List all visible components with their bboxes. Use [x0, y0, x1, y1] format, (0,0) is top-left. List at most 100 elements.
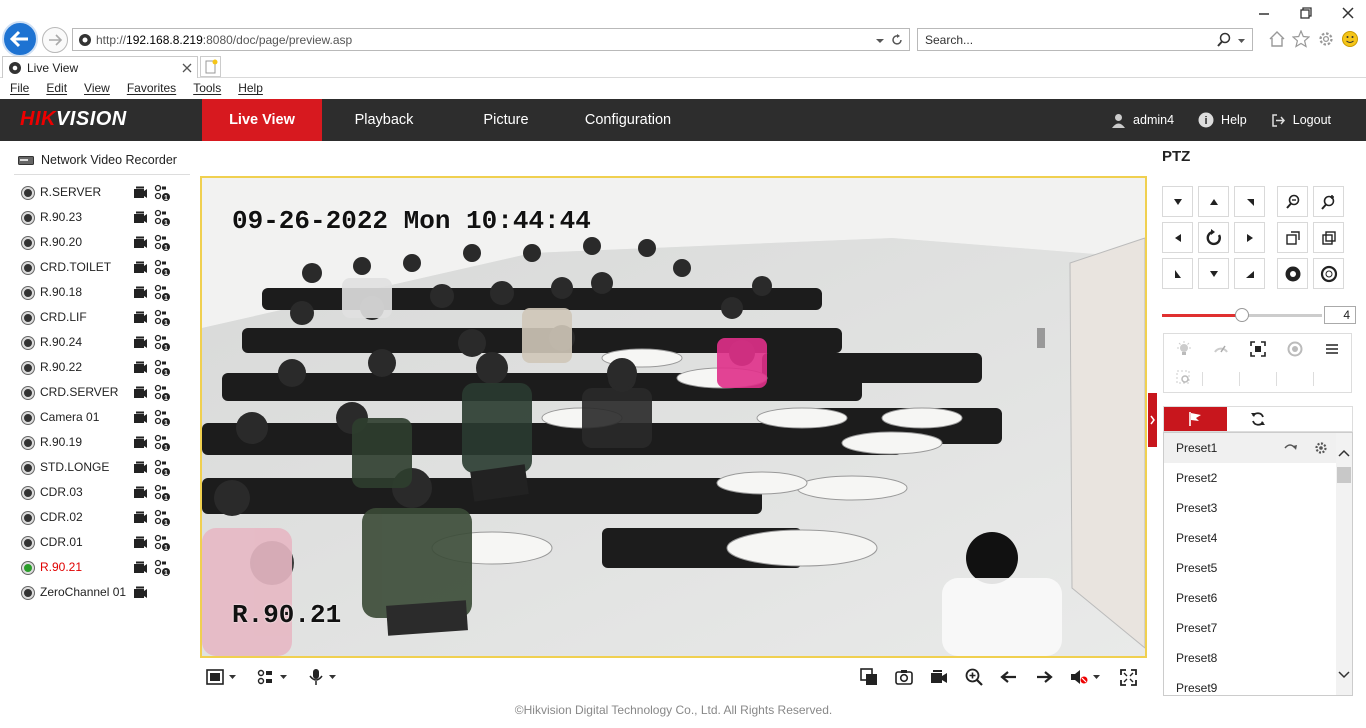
- stream-type-icon[interactable]: 1: [154, 284, 171, 302]
- stream-type-icon[interactable]: 1: [154, 409, 171, 427]
- scrollbar-thumb[interactable]: [1337, 467, 1351, 483]
- channel-item[interactable]: CDR.03 1: [20, 481, 192, 506]
- preset-item[interactable]: Preset1: [1164, 433, 1352, 463]
- call-preset-icon[interactable]: [1284, 442, 1298, 454]
- stream-type-icon[interactable]: 1: [154, 184, 171, 202]
- menu-favorites[interactable]: Favorites: [127, 79, 176, 99]
- preset-item[interactable]: Preset2: [1164, 463, 1352, 493]
- user-menu[interactable]: admin4: [1111, 113, 1174, 128]
- auxiliary-focus-button[interactable]: [1239, 335, 1276, 363]
- iris-close-button[interactable]: [1313, 258, 1344, 289]
- audio-button[interactable]: [1070, 667, 1101, 687]
- preset-item[interactable]: Preset7: [1164, 613, 1352, 643]
- menu-view[interactable]: View: [84, 79, 110, 99]
- new-tab-button[interactable]: [200, 56, 221, 77]
- tab-playback[interactable]: Playback: [324, 99, 444, 141]
- ptz-speed-slider[interactable]: 4: [1162, 306, 1356, 326]
- speed-slider-handle[interactable]: [1235, 308, 1249, 322]
- scroll-up-icon[interactable]: [1336, 447, 1352, 461]
- capture-button[interactable]: [895, 667, 913, 687]
- settings-gear-icon[interactable]: [1317, 30, 1335, 48]
- preset-item[interactable]: Preset6: [1164, 583, 1352, 613]
- ptz-up-button[interactable]: [1198, 186, 1229, 217]
- record-icon[interactable]: [133, 336, 148, 349]
- record-icon[interactable]: [133, 586, 148, 599]
- stream-type-icon[interactable]: 1: [154, 534, 171, 552]
- ptz-auto-rotate-button[interactable]: [1198, 222, 1229, 253]
- ptz-down-right-button[interactable]: [1234, 258, 1265, 289]
- collapse-ptz-panel-handle[interactable]: [1148, 393, 1157, 447]
- record-icon[interactable]: [133, 186, 148, 199]
- record-icon[interactable]: [133, 411, 148, 424]
- tab-picture[interactable]: Picture: [446, 99, 566, 141]
- device-tree-root[interactable]: Network Video Recorder: [18, 153, 177, 167]
- channel-item[interactable]: R.SERVER 1: [20, 181, 192, 206]
- next-page-button[interactable]: [1035, 667, 1053, 687]
- preset-item[interactable]: Preset4: [1164, 523, 1352, 553]
- stream-type-icon[interactable]: 1: [154, 259, 171, 277]
- channel-item[interactable]: R.90.22 1: [20, 356, 192, 381]
- tab-patrol[interactable]: [1227, 407, 1290, 431]
- zoom-out-button[interactable]: [1277, 186, 1308, 217]
- stream-type-icon[interactable]: 1: [154, 559, 171, 577]
- channel-item[interactable]: ZeroChannel 01: [20, 581, 192, 606]
- focus-far-button[interactable]: [1313, 222, 1344, 253]
- zoom-in-button[interactable]: [1313, 186, 1344, 217]
- preset-item[interactable]: Preset9: [1164, 673, 1352, 695]
- stream-type-icon[interactable]: 1: [154, 359, 171, 377]
- forward-button[interactable]: [42, 27, 68, 53]
- record-icon[interactable]: [133, 261, 148, 274]
- stream-type-icon[interactable]: 1: [154, 334, 171, 352]
- tab-configuration[interactable]: Configuration: [568, 99, 688, 141]
- lens-initialization-button[interactable]: [1276, 335, 1313, 363]
- menu-help[interactable]: Help: [238, 79, 263, 99]
- record-icon[interactable]: [133, 236, 148, 249]
- record-icon[interactable]: [133, 311, 148, 324]
- light-button[interactable]: [1165, 335, 1202, 363]
- ptz-left-button[interactable]: [1162, 222, 1193, 253]
- stream-type-icon[interactable]: 1: [154, 484, 171, 502]
- channel-item[interactable]: CRD.SERVER 1: [20, 381, 192, 406]
- restore-icon[interactable]: [1300, 4, 1312, 24]
- channel-item[interactable]: CRD.TOILET 1: [20, 256, 192, 281]
- fullscreen-button[interactable]: [1120, 667, 1137, 687]
- preset-item[interactable]: Preset8: [1164, 643, 1352, 673]
- channel-item[interactable]: R.90.19 1: [20, 431, 192, 456]
- ptz-menu-button[interactable]: [1313, 335, 1350, 363]
- gear-icon[interactable]: [1314, 441, 1328, 455]
- back-button[interactable]: [2, 21, 38, 57]
- stream-type-icon[interactable]: 1: [154, 384, 171, 402]
- tab-presets[interactable]: [1164, 407, 1227, 431]
- stream-type-button[interactable]: [257, 667, 288, 687]
- tab-close-icon[interactable]: [182, 63, 192, 73]
- digital-zoom-button[interactable]: [965, 667, 983, 687]
- home-icon[interactable]: [1268, 30, 1286, 48]
- close-window-icon[interactable]: [1342, 4, 1354, 24]
- channel-item[interactable]: CDR.01 1: [20, 531, 192, 556]
- record-icon[interactable]: [133, 561, 148, 574]
- dropdown-icon[interactable]: [875, 36, 885, 46]
- channel-item[interactable]: R.90.21 1: [20, 556, 192, 581]
- ptz-down-left-button[interactable]: [1162, 258, 1193, 289]
- search-input[interactable]: Search...: [917, 28, 1253, 51]
- help-link[interactable]: i Help: [1198, 112, 1247, 128]
- channel-item[interactable]: R.90.24 1: [20, 331, 192, 356]
- channel-item[interactable]: STD.LONGE 1: [20, 456, 192, 481]
- stream-type-icon[interactable]: 1: [154, 309, 171, 327]
- stream-type-icon[interactable]: 1: [154, 234, 171, 252]
- record-icon[interactable]: [133, 211, 148, 224]
- scroll-down-icon[interactable]: [1336, 667, 1352, 681]
- menu-file[interactable]: File: [10, 79, 29, 99]
- channel-item[interactable]: R.90.18 1: [20, 281, 192, 306]
- preset-scrollbar[interactable]: [1336, 433, 1352, 695]
- manual-tracking-button[interactable]: [1165, 364, 1202, 392]
- menu-edit[interactable]: Edit: [46, 79, 67, 99]
- search-dropdown-icon[interactable]: [1237, 37, 1246, 46]
- refresh-icon[interactable]: [890, 33, 904, 47]
- stream-type-icon[interactable]: 1: [154, 459, 171, 477]
- channel-item[interactable]: R.90.23 1: [20, 206, 192, 231]
- address-bar[interactable]: http://192.168.8.219:8080/doc/page/previ…: [72, 28, 910, 51]
- feedback-smiley-icon[interactable]: [1341, 30, 1359, 48]
- tab-pattern[interactable]: [1289, 407, 1352, 431]
- stream-type-icon[interactable]: 1: [154, 434, 171, 452]
